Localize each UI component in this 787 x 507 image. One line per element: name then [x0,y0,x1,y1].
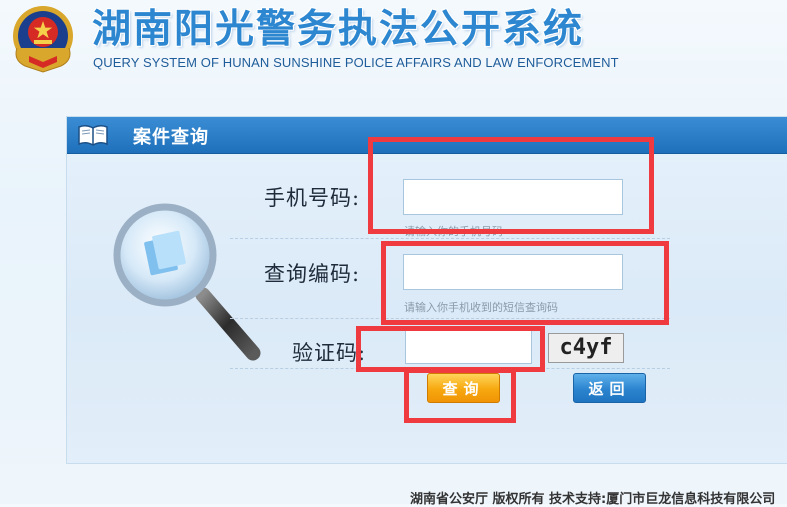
magnifier-icon [113,203,261,361]
page-header: 湖南阳光警务执法公开系统 QUERY SYSTEM OF HUNAN SUNSH… [0,0,787,84]
site-subtitle: QUERY SYSTEM OF HUNAN SUNSHINE POLICE AF… [93,55,619,70]
back-button[interactable]: 返回 [573,373,646,403]
annotation-box-phone [368,137,654,234]
book-icon [78,124,108,146]
captcha-image[interactable]: c4yf [548,333,624,363]
captcha-label: 验证码: [292,341,367,365]
annotation-box-query [404,368,516,423]
copyright-footer: 湖南省公安厅 版权所有 技术支持:厦门市巨龙信息科技有限公司 [410,492,776,507]
annotation-box-captcha [356,326,545,372]
police-emblem-icon [13,6,73,73]
query-code-label: 查询编码: [264,262,361,286]
panel-title: 案件查询 [133,127,209,148]
site-title: 湖南阳光警务执法公开系统 [92,7,585,52]
phone-label: 手机号码: [264,186,361,210]
annotation-box-code [381,241,669,325]
